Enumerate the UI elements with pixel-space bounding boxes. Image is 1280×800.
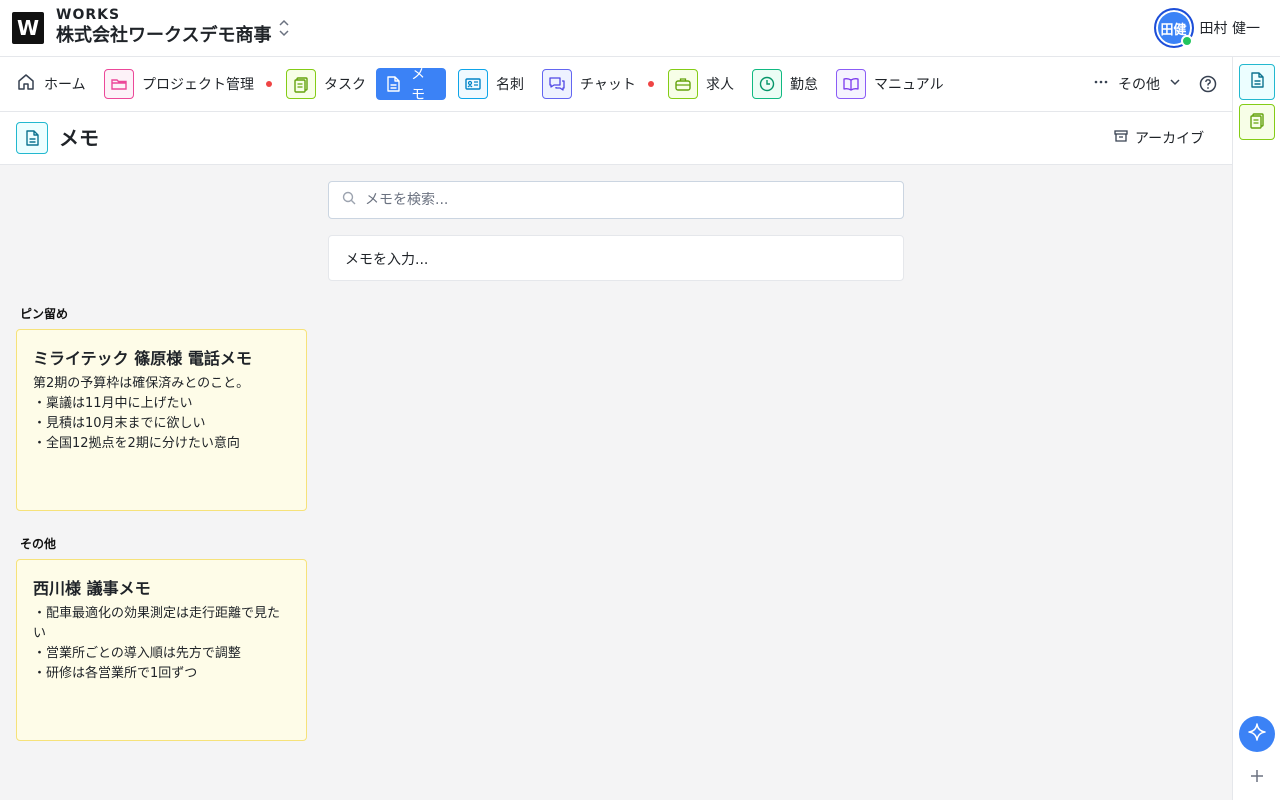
nav-label: ホーム — [44, 77, 86, 93]
more-label: その他 — [1118, 77, 1160, 93]
nav-label: タスク — [324, 77, 366, 93]
memo-card[interactable]: ミライテック 篠原様 電話メモ 第2期の予算枠は確保済みとのこと。 ・稟議は11… — [16, 329, 307, 511]
right-rail — [1232, 57, 1280, 800]
nav-item-memo[interactable]: メモ — [376, 67, 446, 103]
nav-item-manual[interactable]: マニュアル — [836, 68, 944, 100]
nav-item-chat[interactable]: チャット — [542, 68, 654, 100]
nav-label: 勤怠 — [790, 77, 818, 93]
nav-item-recruit[interactable]: 求人 — [668, 68, 734, 100]
rail-task-button[interactable] — [1239, 104, 1275, 140]
memo-icon — [1248, 71, 1266, 93]
page-title: メモ — [59, 126, 99, 150]
nav-label: プロジェクト管理 — [142, 77, 254, 93]
nav-label: 名刺 — [496, 77, 524, 93]
id-card-icon — [458, 69, 488, 99]
clipboard-icon — [286, 69, 316, 99]
other-section-label: その他 — [20, 537, 57, 551]
ellipsis-icon — [1092, 73, 1110, 95]
memo-icon — [382, 69, 403, 99]
nav-label: メモ — [411, 67, 426, 103]
company-name[interactable]: 株式会社ワークスデモ商事 — [56, 24, 271, 48]
avatar-initials: 田健 — [1160, 22, 1187, 38]
memo-body: ・配車最適化の効果測定は走行距離で見たい ・営業所ごとの導入順は先方で調整 ・研… — [33, 606, 281, 681]
more-menu-button[interactable]: その他 — [1092, 73, 1182, 95]
archive-button[interactable]: アーカイブ — [1113, 128, 1204, 148]
memo-card[interactable]: 西川様 議事メモ ・配車最適化の効果測定は走行距離で見たい ・営業所ごとの導入順… — [16, 559, 307, 741]
chat-icon — [542, 69, 572, 99]
archive-icon — [1113, 128, 1129, 148]
search-input[interactable] — [365, 192, 885, 208]
avatar[interactable]: 田健 — [1153, 8, 1194, 48]
pinned-section-label: ピン留め — [20, 307, 69, 321]
archive-label: アーカイブ — [1135, 131, 1205, 147]
user-menu[interactable]: 田健 田村 健一 — [1153, 8, 1260, 48]
chevron-down-icon — [1168, 75, 1182, 93]
home-icon — [16, 72, 36, 96]
brand: WORKS 株式会社ワークスデモ商事 — [56, 6, 271, 48]
page-header: メモ アーカイブ — [0, 112, 1232, 165]
notification-dot — [266, 81, 272, 87]
user-name: 田村 健一 — [1199, 21, 1260, 37]
nav-label: マニュアル — [874, 77, 944, 93]
online-status-dot — [1180, 35, 1193, 47]
memo-title: ミライテック 篠原様 電話メモ — [33, 349, 252, 368]
search-box[interactable] — [328, 181, 904, 219]
top-bar: W WORKS 株式会社ワークスデモ商事 田健 田村 健一 — [0, 0, 1280, 57]
search-icon — [329, 190, 357, 210]
book-icon — [836, 69, 866, 99]
notification-dot — [647, 81, 654, 87]
folder-icon — [104, 69, 134, 99]
app-nav: ホーム プロジェクト管理 タスク メモ 名刺 チャット 求人 勤怠 マニュアル … — [0, 57, 1232, 112]
memo-title: 西川様 議事メモ — [33, 579, 151, 598]
app-logo[interactable]: W — [12, 12, 44, 44]
memo-content: メモを入力... ピン留め ミライテック 篠原様 電話メモ 第2期の予算枠は確保… — [0, 165, 1232, 800]
nav-label: チャット — [580, 77, 636, 93]
company-switch-icon[interactable] — [276, 18, 292, 38]
clipboard-icon — [1248, 111, 1266, 133]
nav-item-task[interactable]: タスク — [286, 68, 366, 100]
clock-icon — [752, 69, 782, 99]
briefcase-icon — [668, 69, 698, 99]
nav-item-project[interactable]: プロジェクト管理 — [104, 68, 272, 100]
nav-item-business-card[interactable]: 名刺 — [458, 68, 524, 100]
rail-memo-button[interactable] — [1239, 64, 1275, 100]
memo-body: 第2期の予算枠は確保済みとのこと。 ・稟議は11月中に上げたい ・見積は10月末… — [33, 376, 250, 451]
brand-name: WORKS — [56, 7, 121, 23]
memo-icon — [16, 122, 48, 154]
new-memo-input[interactable]: メモを入力... — [328, 235, 904, 281]
help-icon[interactable] — [1198, 74, 1218, 94]
nav-item-home[interactable]: ホーム — [16, 68, 86, 100]
nav-item-attendance[interactable]: 勤怠 — [752, 68, 818, 100]
nav-label: 求人 — [706, 77, 734, 93]
add-icon[interactable] — [1247, 766, 1267, 786]
sparkle-icon — [1247, 722, 1267, 746]
ai-assistant-button[interactable] — [1239, 716, 1275, 752]
